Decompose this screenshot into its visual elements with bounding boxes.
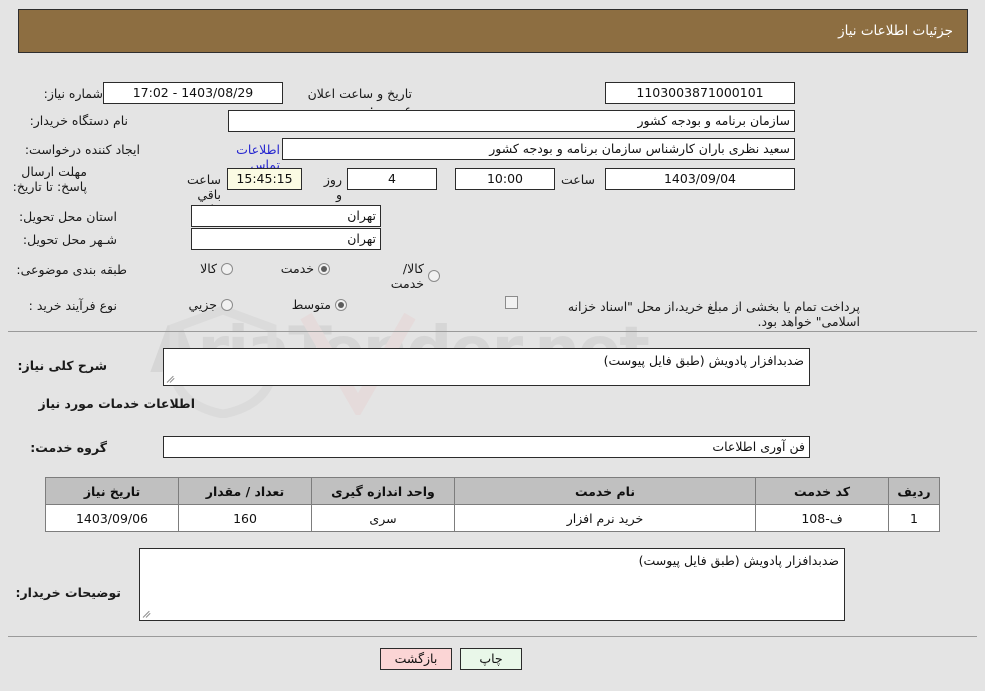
resize-grip-icon[interactable] <box>142 609 152 619</box>
process-radio-jozei[interactable]: جزيي <box>188 297 233 312</box>
description-label: شرح کلی نیاز: <box>17 358 107 373</box>
treasury-checkbox[interactable] <box>505 296 518 309</box>
deadline-date-field[interactable]: 1403/09/04 <box>605 168 795 190</box>
province-field[interactable]: تهران <box>191 205 381 227</box>
services-table: ردیف کد خدمت نام خدمت واحد اندازه گیری ت… <box>45 477 940 532</box>
header-bar: جزئیات اطلاعات نیاز <box>18 9 968 53</box>
province-label: استان محل تحویل: <box>18 209 117 224</box>
radio-indicator[interactable] <box>221 262 233 275</box>
category-option-label-1: خدمت <box>280 261 314 276</box>
buyer-notes-textarea[interactable]: ضدبدافزار پادویش (طبق فایل پیوست) <box>139 548 845 621</box>
need-number-field[interactable]: 1103003871000101 <box>605 82 795 104</box>
table-header-unit: واحد اندازه گیری <box>311 477 455 505</box>
city-label: شـهر محل تحویل: <box>22 232 117 247</box>
announcement-field[interactable]: 1403/08/29 - 17:02 <box>103 82 283 104</box>
category-option-label-0: کالا <box>200 261 217 276</box>
process-label: نوع فرآیند خرید : <box>28 298 117 313</box>
buyer-notes-value: ضدبدافزار پادویش (طبق فایل پیوست) <box>638 553 839 568</box>
buyer-org-label: نام دستگاه خریدار: <box>29 113 128 128</box>
description-value: ضدبدافزار پادویش (طبق فایل پیوست) <box>603 353 804 368</box>
radio-indicator[interactable] <box>428 270 440 282</box>
cell-date: 1403/09/06 <box>45 504 179 532</box>
days-remaining-field[interactable]: 4 <box>347 168 437 190</box>
radio-indicator[interactable] <box>335 298 347 311</box>
resize-grip-icon[interactable] <box>166 374 176 384</box>
cell-unit: سری <box>311 504 455 532</box>
process-option-label-1: متوسط <box>291 297 331 312</box>
radio-indicator[interactable] <box>221 298 233 311</box>
print-button[interactable]: چاپ <box>460 648 522 670</box>
table-header-row: ردیف کد خدمت نام خدمت واحد اندازه گیری ت… <box>45 477 940 505</box>
service-group-label: گروه خدمت: <box>30 440 107 455</box>
table-header-quantity: تعداد / مقدار <box>178 477 312 505</box>
process-radio-motavaset[interactable]: متوسط <box>292 297 347 312</box>
services-heading: اطلاعات خدمات مورد نیاز <box>38 396 196 411</box>
city-field[interactable]: تهران <box>191 228 381 250</box>
days-label: روز و <box>323 172 342 202</box>
cell-radif: 1 <box>888 504 940 532</box>
deadline-time-field[interactable]: 10:00 <box>455 168 555 190</box>
category-label: طبقه بندی موضوعی: <box>16 262 127 277</box>
service-group-field[interactable]: فن آوری اطلاعات <box>163 436 810 458</box>
table-row: 1 ف-108 خرید نرم افزار سری 160 1403/09/0… <box>45 504 940 532</box>
page-root: AriaTender.net جزئیات اطلاعات نیاز شماره… <box>0 0 985 691</box>
buyer-notes-label: توضیحات خریدار: <box>15 585 121 600</box>
hour-label: ساعت <box>560 172 595 187</box>
section-divider-1 <box>8 331 977 332</box>
countdown-field: 15:45:15 <box>227 168 302 190</box>
description-textarea[interactable]: ضدبدافزار پادویش (طبق فایل پیوست) <box>163 348 810 386</box>
category-radio-khedmat[interactable]: خدمت <box>281 261 330 276</box>
buyer-org-field[interactable]: سازمان برنامه و بودجه کشور <box>228 110 795 132</box>
table-header-code: کد خدمت <box>755 477 889 505</box>
back-button[interactable]: بازگشت <box>380 648 452 670</box>
deadline-label: مهلت ارسال پاسخ: تا تاریخ: <box>12 164 87 194</box>
table-header-date: تاریخ نیاز <box>45 477 179 505</box>
need-number-label: شماره نیاز: <box>43 86 103 101</box>
process-option-label-0: جزيي <box>188 297 217 312</box>
treasury-checkbox-label: پرداخت تمام یا بخشی از مبلغ خرید،از محل … <box>567 299 860 329</box>
section-divider-2 <box>8 636 977 637</box>
page-title: جزئیات اطلاعات نیاز <box>838 23 953 39</box>
table-header-name: نام خدمت <box>454 477 756 505</box>
creator-field[interactable]: سعید نظری باران کارشناس سازمان برنامه و … <box>282 138 795 160</box>
radio-indicator[interactable] <box>318 262 330 275</box>
cell-name: خرید نرم افزار <box>454 504 756 532</box>
table-header-radif: ردیف <box>888 477 940 505</box>
cell-code: ف-108 <box>755 504 889 532</box>
category-radio-kala[interactable]: کالا <box>200 261 233 276</box>
creator-label: ایجاد کننده درخواست: <box>24 142 140 157</box>
category-option-label-2: کالا/خدمت <box>390 261 424 291</box>
cell-quantity: 160 <box>178 504 312 532</box>
category-radio-kala-khedmat[interactable]: کالا/خدمت <box>391 261 440 291</box>
